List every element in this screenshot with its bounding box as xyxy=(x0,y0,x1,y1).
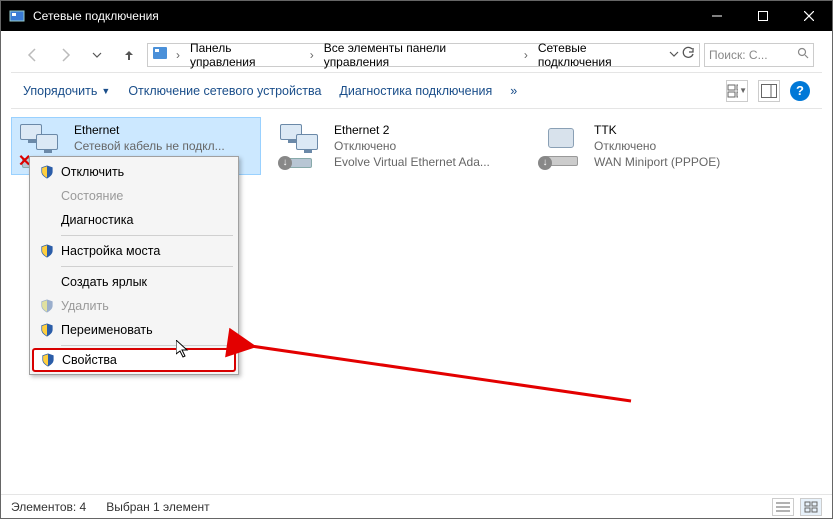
chevron-down-icon: ▼ xyxy=(101,86,110,96)
organize-label: Упорядочить xyxy=(23,84,97,98)
refresh-button[interactable] xyxy=(681,46,695,63)
large-icons-view-button[interactable] xyxy=(800,498,822,516)
status-bar: Элементов: 4 Выбран 1 элемент xyxy=(1,494,832,518)
view-options-button[interactable]: ▼ xyxy=(726,80,748,102)
back-button[interactable] xyxy=(19,41,47,69)
shield-icon xyxy=(39,298,55,314)
ctx-label: Настройка моста xyxy=(61,244,160,258)
ctx-label: Состояние xyxy=(61,189,123,203)
chevron-right-icon: › xyxy=(520,48,532,62)
breadcrumb-item[interactable]: Сетевые подключения xyxy=(536,41,665,69)
preview-pane-button[interactable] xyxy=(758,80,780,102)
adapter-status: Отключено xyxy=(334,138,490,154)
shield-icon xyxy=(39,322,55,338)
forward-button[interactable] xyxy=(51,41,79,69)
ctx-status: Состояние xyxy=(33,184,235,208)
adapter-device: Evolve Virtual Ethernet Ada... xyxy=(334,154,490,170)
window-title: Сетевые подключения xyxy=(33,9,159,23)
adapter-status: Отключено xyxy=(594,138,720,154)
ctx-label: Отключить xyxy=(61,165,124,179)
shield-icon xyxy=(39,243,55,259)
ctx-label: Диагностика xyxy=(61,213,133,227)
ctx-rename[interactable]: Переименовать xyxy=(33,318,235,342)
chevron-right-icon: › xyxy=(172,48,184,62)
disable-device-button[interactable]: Отключение сетевого устройства xyxy=(128,84,321,98)
adapter-name: TTK xyxy=(594,122,720,138)
context-menu: Отключить Состояние Диагностика Настройк… xyxy=(29,156,239,375)
shield-icon xyxy=(40,352,56,368)
up-button[interactable] xyxy=(115,41,143,69)
help-button[interactable]: ? xyxy=(790,81,810,101)
title-bar: Сетевые подключения xyxy=(1,1,832,31)
ctx-disable[interactable]: Отключить xyxy=(33,160,235,184)
toolbar-overflow[interactable]: » xyxy=(510,84,517,98)
separator xyxy=(61,345,233,346)
organize-menu[interactable]: Упорядочить ▼ xyxy=(23,84,110,98)
minimize-button[interactable] xyxy=(694,1,740,31)
diagnose-label: Диагностика подключения xyxy=(339,84,492,98)
adapter-device: WAN Miniport (PPPOE) xyxy=(594,154,720,170)
disabled-overlay-icon: ↓ xyxy=(538,156,552,170)
search-icon xyxy=(797,47,809,62)
adapter-name: Ethernet xyxy=(74,122,237,138)
search-input[interactable]: Поиск: С... xyxy=(704,43,814,67)
close-button[interactable] xyxy=(786,1,832,31)
breadcrumb-item[interactable]: Все элементы панели управления xyxy=(322,41,516,69)
ctx-label: Создать ярлык xyxy=(61,275,147,289)
modem-adapter-icon: ↓ xyxy=(538,122,586,170)
ctx-delete: Удалить xyxy=(33,294,235,318)
command-bar: Упорядочить ▼ Отключение сетевого устрой… xyxy=(11,73,822,109)
ctx-bridge[interactable]: Настройка моста xyxy=(33,239,235,263)
adapter-name: Ethernet 2 xyxy=(334,122,490,138)
app-icon xyxy=(9,8,25,24)
separator xyxy=(61,235,233,236)
chevron-right-icon: › xyxy=(306,48,318,62)
address-bar[interactable]: › Панель управления › Все элементы панел… xyxy=(147,43,700,67)
adapter-status: Сетевой кабель не подкл... xyxy=(74,138,237,154)
ctx-create-shortcut[interactable]: Создать ярлык xyxy=(33,270,235,294)
item-count: Элементов: 4 xyxy=(11,500,86,514)
navigation-row: › Панель управления › Все элементы панел… xyxy=(11,37,822,73)
address-dropdown[interactable] xyxy=(669,48,679,62)
ctx-label: Переименовать xyxy=(61,323,153,337)
ctx-diagnostics[interactable]: Диагностика xyxy=(33,208,235,232)
recent-dropdown[interactable] xyxy=(83,41,111,69)
control-panel-icon xyxy=(152,45,168,64)
ctx-label: Свойства xyxy=(62,353,117,367)
details-view-button[interactable] xyxy=(772,498,794,516)
search-placeholder: Поиск: С... xyxy=(709,48,793,62)
shield-icon xyxy=(39,164,55,180)
overflow-label: » xyxy=(510,84,517,98)
separator xyxy=(61,266,233,267)
diagnose-button[interactable]: Диагностика подключения xyxy=(339,84,492,98)
adapter-item-ttk[interactable]: ↓ TTK Отключено WAN Miniport (PPPOE) xyxy=(531,117,781,175)
maximize-button[interactable] xyxy=(740,1,786,31)
disabled-overlay-icon: ↓ xyxy=(278,156,292,170)
ctx-properties[interactable]: Свойства xyxy=(32,348,236,372)
disable-label: Отключение сетевого устройства xyxy=(128,84,321,98)
network-adapter-icon: ↓ xyxy=(278,122,326,170)
breadcrumb-item[interactable]: Панель управления xyxy=(188,41,302,69)
selection-count: Выбран 1 элемент xyxy=(106,500,209,514)
adapter-item-ethernet2[interactable]: ↓ Ethernet 2 Отключено Evolve Virtual Et… xyxy=(271,117,521,175)
ctx-label: Удалить xyxy=(61,299,109,313)
